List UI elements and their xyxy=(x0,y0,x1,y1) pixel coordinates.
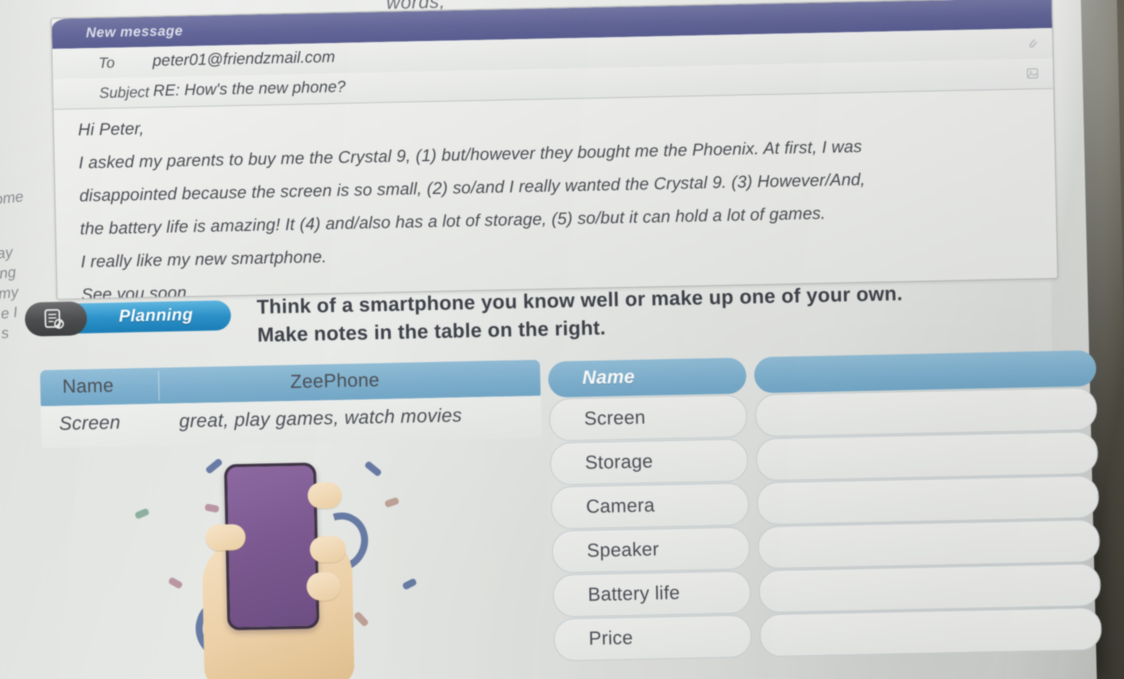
row-label: Battery life xyxy=(587,582,681,606)
planning-badge: Planning xyxy=(24,298,232,337)
confetti-piece xyxy=(363,460,383,478)
student-row-label-battery-life: Battery life xyxy=(552,570,752,618)
finger-shape xyxy=(307,481,342,509)
attachment-icon xyxy=(1025,36,1038,50)
row-label: Storage xyxy=(584,450,654,474)
student-header-name-cell: Name xyxy=(547,357,747,398)
confetti-piece xyxy=(384,496,400,509)
gutter-fragment: my xyxy=(0,283,20,303)
email-subject-label: Subject xyxy=(99,83,150,102)
example-header-name: Name xyxy=(62,375,115,398)
student-row-label-speaker: Speaker xyxy=(551,526,751,574)
student-header-value-cell[interactable] xyxy=(753,350,1097,394)
gutter-fragment: lay xyxy=(0,244,14,263)
gutter-fragment: s xyxy=(0,324,10,343)
email-to-value: peter01@friendzmail.com xyxy=(152,48,336,70)
student-row-label-screen: Screen xyxy=(548,394,748,442)
student-row-input-price[interactable] xyxy=(759,607,1103,658)
email-subject-value: RE: How's the new phone? xyxy=(153,78,346,100)
student-row-input-camera[interactable] xyxy=(756,475,1100,526)
student-header-name-label: Name xyxy=(582,366,636,389)
finger-shape xyxy=(309,535,347,563)
gutter-fragment: ing xyxy=(0,263,17,283)
notepad-icon xyxy=(42,308,66,330)
textbook-page-photo: words, ome lay ing my e I s New message … xyxy=(0,0,1124,679)
image-icon xyxy=(1026,66,1039,80)
page-content: words, ome lay ing my e I s New message … xyxy=(0,0,1124,679)
thumb-shape xyxy=(205,523,246,551)
confetti-piece xyxy=(204,457,224,475)
finger-shape xyxy=(306,572,341,601)
email-to-label: To xyxy=(98,54,115,72)
header-divider xyxy=(158,370,160,401)
row-label: Price xyxy=(588,627,634,650)
planning-label: Planning xyxy=(118,305,194,326)
student-row-label-camera: Camera xyxy=(550,482,750,530)
row-label: Speaker xyxy=(586,538,660,562)
email-titlebar-label: New message xyxy=(85,22,184,41)
student-row-input-speaker[interactable] xyxy=(757,519,1101,570)
student-row-label-storage: Storage xyxy=(549,438,749,486)
confetti-piece xyxy=(353,610,370,628)
confetti-piece xyxy=(204,503,220,513)
student-row-input-screen[interactable] xyxy=(754,387,1098,438)
gutter-fragment: e I xyxy=(0,304,19,323)
student-row-input-storage[interactable] xyxy=(755,431,1099,482)
row-label: Camera xyxy=(585,494,655,518)
confetti-piece xyxy=(134,507,150,520)
row-label: Screen xyxy=(583,407,646,430)
example-notes-table: Name ZeePhone Screen great, play games, … xyxy=(40,359,542,449)
email-body: Hi Peter, I asked my parents to buy me t… xyxy=(54,88,1058,300)
gutter-fragment: ome xyxy=(0,188,25,209)
student-row-input-battery-life[interactable] xyxy=(758,563,1102,614)
student-notes-table: Name Screen Storage Camera Speaker Batte… xyxy=(547,350,1103,662)
example-header-value: ZeePhone xyxy=(290,370,380,394)
confetti-piece xyxy=(401,577,418,591)
planning-icon-badge xyxy=(24,301,88,337)
email-compose-card: New message To peter01@friendzmail.com S… xyxy=(50,0,1059,300)
student-row-label-price: Price xyxy=(553,614,753,662)
hand-holding-smartphone-illustration xyxy=(112,442,447,679)
example-row-label: Screen xyxy=(58,412,121,435)
example-row-value: great, play games, watch movies xyxy=(178,405,463,433)
confetti-piece xyxy=(167,576,184,590)
